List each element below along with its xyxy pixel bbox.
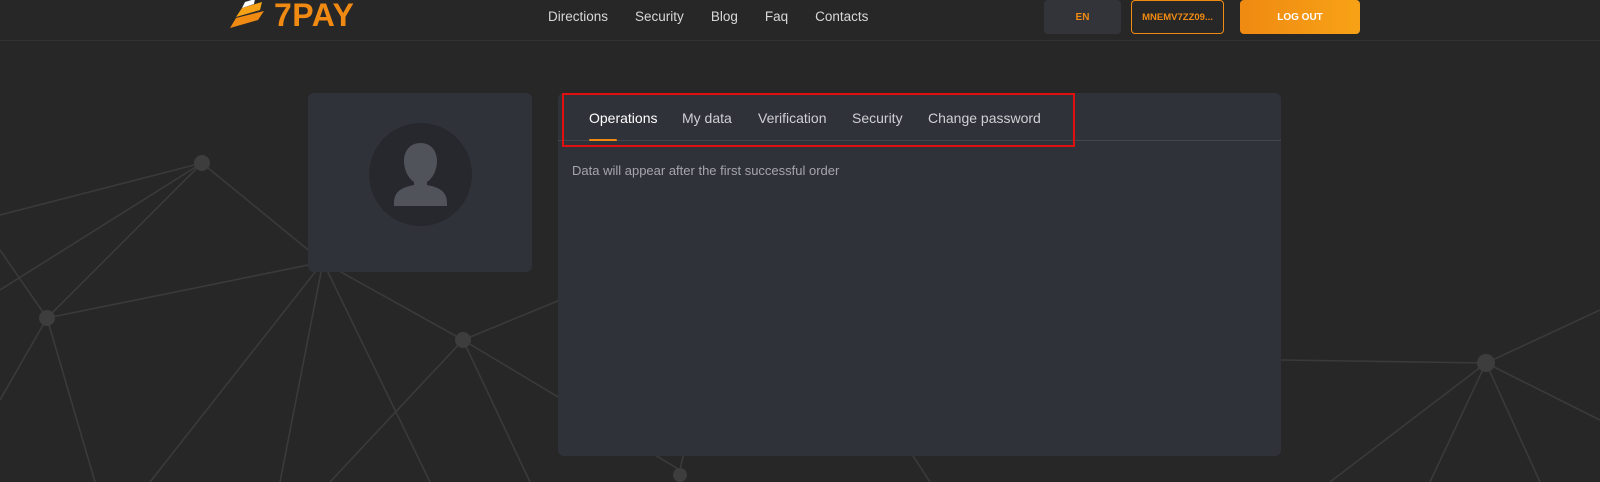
nav-link-faq[interactable]: Faq: [765, 9, 788, 25]
tab-verification[interactable]: Verification: [758, 109, 826, 127]
profile-card: [308, 93, 532, 272]
language-button[interactable]: EN: [1044, 0, 1121, 34]
tab-security[interactable]: Security: [852, 109, 903, 127]
active-tab-indicator: [589, 139, 617, 141]
nav-link-blog[interactable]: Blog: [711, 9, 738, 25]
logo-icon: [230, 0, 264, 28]
account-tabs: Operations My data Verification Security…: [558, 93, 1281, 141]
logo-text: 7PAY: [274, 0, 355, 33]
top-header: 7PAY Directions Security Blog Faq Contac…: [0, 0, 1600, 41]
tab-change-password[interactable]: Change password: [928, 109, 1041, 127]
tab-operations[interactable]: Operations: [589, 109, 657, 127]
empty-state-message: Data will appear after the first success…: [572, 163, 840, 178]
avatar: [369, 123, 472, 226]
main-nav: Directions Security Blog Faq Contacts: [548, 9, 895, 25]
account-panel: Operations My data Verification Security…: [558, 93, 1281, 456]
user-silhouette-icon: [394, 143, 447, 206]
wallet-id-button[interactable]: MNEMV7ZZ09...: [1131, 0, 1224, 34]
nav-link-contacts[interactable]: Contacts: [815, 9, 868, 25]
nav-link-directions[interactable]: Directions: [548, 9, 608, 25]
nav-link-security[interactable]: Security: [635, 9, 684, 25]
tab-my-data[interactable]: My data: [682, 109, 732, 127]
logout-button[interactable]: LOG OUT: [1240, 0, 1360, 34]
logo[interactable]: 7PAY: [228, 0, 354, 32]
